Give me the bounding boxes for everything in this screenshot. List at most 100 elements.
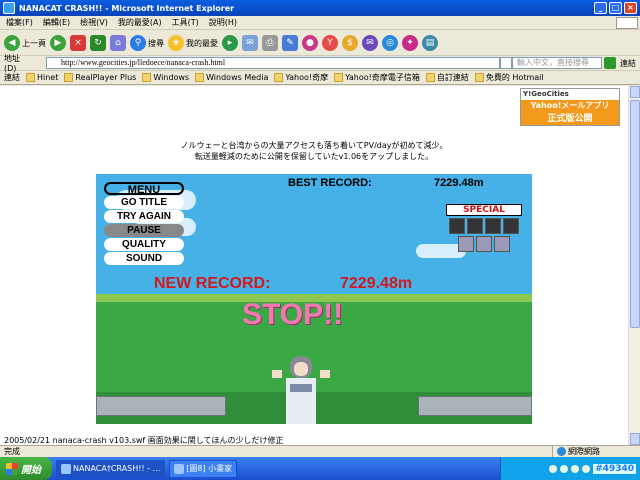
ie-icon	[3, 2, 15, 14]
minimize-button[interactable]: _	[594, 2, 607, 14]
mail-button[interactable]: ✉	[242, 35, 258, 51]
stop-banner: STOP!!	[242, 298, 344, 331]
start-button[interactable]: 開始	[0, 457, 52, 480]
geocities-line2: 正式版公開	[547, 114, 593, 124]
try-again-button[interactable]: TRY AGAIN	[104, 210, 184, 223]
page-content: Y!GeoCities Yahoo!メールアプリ 正式版公開 ノルウェーと台湾か…	[0, 86, 628, 445]
home-button[interactable]: ⌂	[110, 35, 126, 51]
windows-logo-icon	[616, 17, 638, 29]
links-label: 連結	[4, 73, 20, 82]
address-dropdown-button[interactable]	[500, 57, 512, 69]
menu-bar: 檔案(F) 編輯(E) 檢視(V) 我的最愛(A) 工具(T) 說明(H)	[0, 16, 640, 30]
special-slot	[449, 218, 465, 234]
go-title-button[interactable]: GO TITLE	[104, 196, 184, 209]
search-go-button[interactable]	[604, 57, 616, 69]
paint-icon	[174, 463, 185, 474]
globe-button[interactable]: ◎	[382, 35, 398, 51]
messenger-button[interactable]: ●	[302, 35, 318, 51]
mail-icon[interactable]: ✉	[362, 35, 378, 51]
flash-game[interactable]: MENU GO TITLE TRY AGAIN PAUSE QUALITY SO…	[96, 174, 532, 424]
geocities-line1: Yahoo!メールアプリ	[530, 101, 610, 110]
geocities-brand: Y!GeoCities	[521, 89, 619, 100]
special-character	[476, 236, 492, 252]
stop-button[interactable]: ×	[70, 35, 86, 51]
special-character	[458, 236, 474, 252]
link-icon	[474, 73, 484, 82]
back-button[interactable]: ◀ 上一頁	[4, 35, 46, 51]
links-label-right: 連結	[620, 58, 636, 68]
character-sprite	[272, 356, 330, 424]
special-slot	[503, 218, 519, 234]
scroll-thumb[interactable]	[630, 100, 640, 328]
link-yahoo-mail[interactable]: Yahoo!奇摩電子信箱	[334, 72, 420, 83]
geocities-banner[interactable]: Y!GeoCities Yahoo!メールアプリ 正式版公開	[520, 88, 620, 126]
taskbar-paint-window[interactable]: [圖8] 小畫家	[169, 459, 238, 478]
back-label: 上一頁	[22, 38, 46, 48]
window-title: NANACAT CRASH!! - Microsoft Internet Exp…	[19, 3, 235, 13]
favorites-label: 我的最愛	[186, 38, 218, 48]
link-icon	[142, 73, 152, 82]
search-icon: ⚲	[130, 35, 146, 51]
menu-view[interactable]: 檢視(V)	[80, 17, 108, 28]
tray-icon[interactable]	[560, 464, 569, 473]
menu-edit[interactable]: 編輯(E)	[43, 17, 70, 28]
link-yahoo[interactable]: Yahoo!奇摩	[274, 72, 328, 83]
address-input[interactable]: http://www.geocities.jp/lledoece/nanaca-…	[46, 57, 500, 69]
search-input[interactable]: 輸入中文，直接搜尋	[512, 57, 602, 69]
bench-left	[96, 396, 226, 416]
yahoo-button[interactable]: Y	[322, 35, 338, 51]
link-windows[interactable]: Windows	[142, 73, 189, 82]
notice-line2: 転送量軽減のために公開を保留していたv1.06をアップしました。	[194, 152, 434, 161]
vertical-scrollbar[interactable]	[628, 86, 640, 445]
taskbar-ie-window[interactable]: NANACA†CRASH!! - ...	[56, 459, 166, 478]
chart-button[interactable]: ▤	[422, 35, 438, 51]
tray-icon[interactable]	[549, 464, 558, 473]
refresh-button[interactable]: ↻	[90, 35, 106, 51]
system-tray: #49340	[500, 457, 640, 480]
tray-counter: #49340	[593, 463, 636, 474]
new-record-value: 7229.48m	[340, 275, 413, 292]
forward-button[interactable]: ▶	[50, 35, 66, 51]
menu-tools[interactable]: 工具(T)	[172, 17, 199, 28]
special-panel: SPECIAL	[446, 204, 522, 256]
ie-icon	[61, 463, 71, 474]
status-text: 完成	[4, 447, 20, 456]
best-record-label: BEST RECORD:	[288, 177, 372, 189]
money-button[interactable]: $	[342, 35, 358, 51]
favorites-button[interactable]: ★ 我的最愛	[168, 35, 218, 51]
tray-icon[interactable]	[571, 464, 580, 473]
scroll-down-button[interactable]	[630, 433, 640, 445]
media-button[interactable]: ▸	[222, 35, 238, 51]
link-icon	[195, 73, 205, 82]
game-button[interactable]: ✦	[402, 35, 418, 51]
tray-icon[interactable]	[582, 464, 591, 473]
link-realplayer[interactable]: RealPlayer Plus	[64, 73, 136, 82]
status-bar: 完成 網際網路	[0, 445, 640, 457]
title-bar: NANACAT CRASH!! - Microsoft Internet Exp…	[0, 0, 640, 16]
print-button[interactable]: ⎙	[262, 35, 278, 51]
menu-file[interactable]: 檔案(F)	[6, 17, 33, 28]
close-button[interactable]: ×	[624, 2, 637, 14]
link-windows-media[interactable]: Windows Media	[195, 73, 268, 82]
back-arrow-icon: ◀	[4, 35, 20, 51]
edit-button[interactable]: ✎	[282, 35, 298, 51]
scroll-up-button[interactable]	[630, 86, 640, 98]
quality-button[interactable]: QUALITY	[104, 238, 184, 251]
link-icon	[274, 73, 284, 82]
maximize-button[interactable]: □	[609, 2, 622, 14]
link-icon	[425, 73, 435, 82]
special-label: SPECIAL	[446, 204, 522, 216]
windows-flag-icon	[6, 462, 18, 475]
link-hinet[interactable]: Hinet	[26, 73, 58, 82]
sound-button[interactable]: SOUND	[104, 252, 184, 265]
menu-favorites[interactable]: 我的最愛(A)	[118, 17, 162, 28]
link-icon	[64, 73, 74, 82]
search-button[interactable]: ⚲ 搜尋	[130, 35, 164, 51]
menu-help[interactable]: 說明(H)	[209, 17, 237, 28]
star-icon: ★	[168, 35, 184, 51]
pause-button[interactable]: PAUSE	[104, 224, 184, 237]
address-label: 地址(D)	[4, 54, 20, 73]
link-hotmail[interactable]: 免費的 Hotmail	[474, 72, 544, 83]
link-icon	[334, 73, 344, 82]
link-custom[interactable]: 自訂連結	[425, 72, 469, 83]
